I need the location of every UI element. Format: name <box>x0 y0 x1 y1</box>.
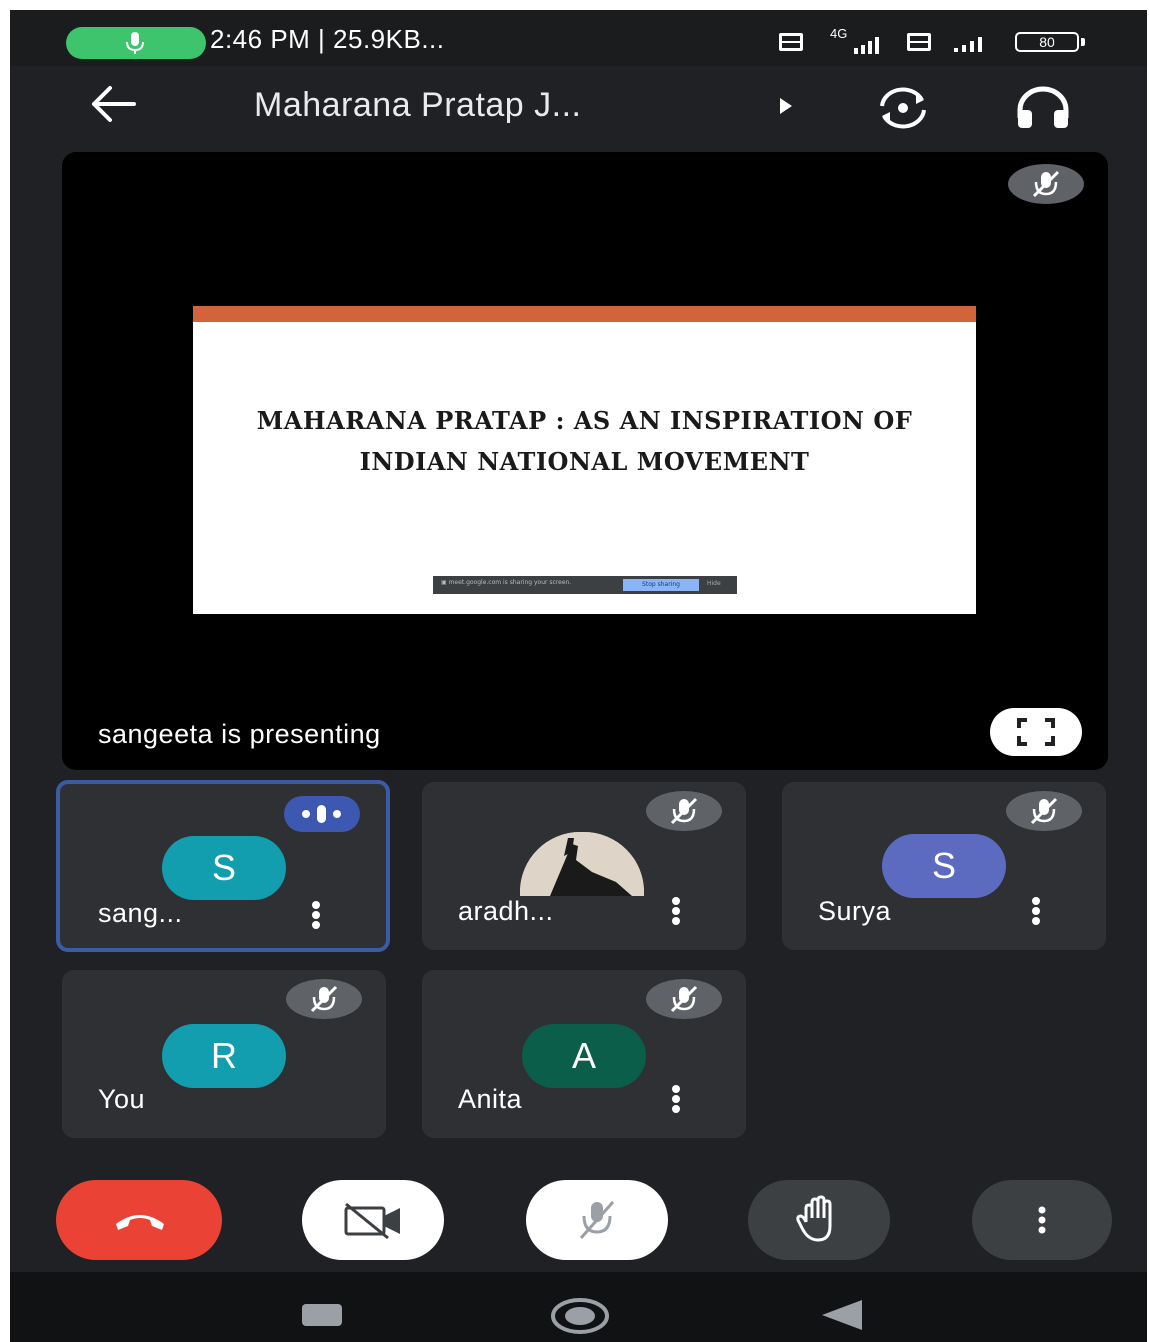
meeting-title[interactable]: Maharana Pratap J... <box>254 86 582 125</box>
fullscreen-icon <box>1017 718 1055 746</box>
participant-tile-anita[interactable]: A Anita <box>422 970 746 1138</box>
switch-camera-icon[interactable] <box>872 86 934 130</box>
participant-name: Anita <box>458 1084 523 1114</box>
mic-toggle-button[interactable] <box>526 1180 668 1260</box>
muted-mic-icon <box>1006 791 1082 831</box>
avatar: A <box>522 1024 646 1088</box>
participant-name: Surya <box>818 896 892 926</box>
back-nav-icon[interactable] <box>818 1298 864 1332</box>
raise-hand-icon <box>796 1195 832 1242</box>
slide-title: MAHARANA PRATAP : AS AN INSPIRATION OF I… <box>256 406 913 476</box>
share-bar-text: ▣ meet.google.com is sharing your screen… <box>441 579 572 586</box>
audio-level-icon <box>302 805 341 823</box>
muted-mic-icon <box>646 979 722 1019</box>
status-bar: 2:46 PM | 25.9KB... 4G 80 <box>10 10 1147 66</box>
screen-share-bar: ▣ meet.google.com is sharing your screen… <box>433 576 737 594</box>
raise-hand-button[interactable] <box>748 1180 890 1260</box>
camera-off-icon <box>344 1202 400 1240</box>
presenting-label: sangeeta is presenting <box>98 719 381 749</box>
signal-strength-icon-2 <box>954 37 982 52</box>
volte-icon-2 <box>907 33 931 51</box>
participant-name: aradh... <box>458 896 554 926</box>
microphone-icon <box>126 32 144 54</box>
muted-mic-icon <box>1008 164 1084 204</box>
more-vert-icon[interactable] <box>670 896 682 926</box>
muted-mic-icon <box>286 979 362 1019</box>
more-vert-icon[interactable] <box>670 1084 682 1114</box>
avatar: R <box>162 1024 286 1088</box>
hide-link: Hide <box>707 580 721 587</box>
participant-tile-you[interactable]: R You <box>62 970 386 1138</box>
profile-photo <box>520 832 644 896</box>
avatar: S <box>882 834 1006 898</box>
participant-tile-aradh[interactable]: aradh... <box>422 782 746 950</box>
muted-mic-icon <box>646 791 722 831</box>
meet-call-screen: 2:46 PM | 25.9KB... 4G 80 Maharana Prata… <box>10 10 1147 1342</box>
participant-tile-sangeeta[interactable]: S sang... <box>56 780 390 952</box>
end-call-icon <box>116 1215 164 1230</box>
status-time-data: 2:46 PM | 25.9KB... <box>210 24 445 54</box>
participant-tile-surya[interactable]: S Surya <box>782 782 1106 950</box>
end-call-button[interactable] <box>56 1180 222 1260</box>
camera-toggle-button[interactable] <box>302 1180 444 1260</box>
more-vert-icon[interactable] <box>1030 896 1042 926</box>
battery-icon: 80 <box>1015 32 1079 52</box>
slide-accent-bar <box>193 306 976 322</box>
back-arrow-icon[interactable] <box>88 84 138 124</box>
signal-strength-icon <box>854 37 879 54</box>
participant-name: sang... <box>98 898 183 928</box>
recents-icon[interactable] <box>300 1302 344 1328</box>
system-nav-bar <box>10 1272 1147 1342</box>
fullscreen-button[interactable] <box>990 708 1082 756</box>
home-icon[interactable] <box>550 1296 610 1336</box>
mic-in-use-indicator[interactable] <box>66 27 206 59</box>
volte-icon <box>779 33 803 51</box>
stop-sharing-button: Stop sharing <box>623 579 699 591</box>
battery-tip <box>1081 38 1085 46</box>
presentation-stage[interactable]: MAHARANA PRATAP : AS AN INSPIRATION OF I… <box>62 152 1108 770</box>
more-options-button[interactable] <box>972 1180 1112 1260</box>
headphones-icon[interactable] <box>1014 86 1072 130</box>
avatar: S <box>162 836 286 900</box>
participant-name: You <box>98 1084 146 1114</box>
mic-off-icon <box>579 1201 615 1239</box>
app-bar: Maharana Pratap J... <box>10 66 1147 146</box>
speaking-indicator <box>284 796 360 832</box>
more-vert-icon[interactable] <box>310 900 322 930</box>
more-options-icon <box>1038 1206 1046 1234</box>
shared-slide: MAHARANA PRATAP : AS AN INSPIRATION OF I… <box>193 306 976 614</box>
caret-right-icon[interactable] <box>778 96 794 116</box>
silhouette-photo-icon <box>520 832 644 896</box>
